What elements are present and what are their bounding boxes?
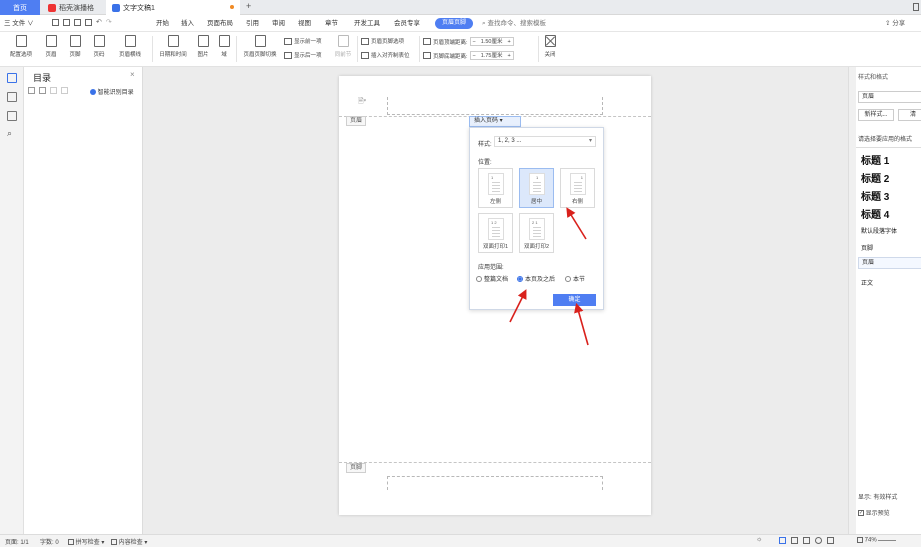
- styles-pane-title: 样式和格式: [858, 75, 889, 81]
- new-style-button[interactable]: 新样式...: [858, 109, 894, 121]
- zoom-slider[interactable]: [878, 539, 897, 541]
- show-value[interactable]: 有效样式: [873, 495, 897, 501]
- checkbox-checked-icon: ✓: [858, 510, 864, 517]
- style-body[interactable]: 正文: [861, 278, 873, 287]
- scrollbar[interactable]: [848, 67, 856, 534]
- style-heading-3[interactable]: 标题 3: [861, 188, 889, 203]
- zoom-control[interactable]: 74%: [857, 537, 897, 544]
- style-heading-1[interactable]: 标题 1: [861, 152, 889, 167]
- status-bar: 页面: 1/1 字数: 0 拼写检查 ▾ 内容检查 ▾ ☼ 74%: [0, 534, 921, 547]
- page-view-icon[interactable]: [779, 537, 786, 544]
- content-check-label: 内容检查 ▾: [118, 540, 148, 546]
- show-filter: 显示: 有效样式: [858, 492, 897, 501]
- style-header-selected[interactable]: 页眉: [858, 257, 921, 269]
- style-footer[interactable]: 页脚: [861, 243, 873, 252]
- web-view-icon[interactable]: [815, 537, 822, 544]
- arrow-to-ok: [574, 302, 589, 346]
- current-style-field[interactable]: 页眉: [858, 91, 921, 103]
- content-check-icon: [111, 539, 117, 546]
- spell-check-icon: [68, 539, 74, 546]
- spell-check-button[interactable]: 拼写检查 ▾: [68, 537, 104, 546]
- show-preview-checkbox[interactable]: ✓ 显示预览: [858, 508, 890, 517]
- arrow-to-center: [566, 207, 587, 240]
- style-heading-4[interactable]: 标题 4: [861, 206, 889, 221]
- zoom-value: 74%: [864, 537, 877, 544]
- outline-view-icon[interactable]: [791, 537, 798, 544]
- spell-check-label: 拼写检查 ▾: [75, 540, 105, 546]
- styles-pane: 样式和格式 页眉 新样式... 清 请选择要应用的格式 标题 1 标题 2 标题…: [856, 67, 921, 534]
- content-check-button[interactable]: 内容检查 ▾: [111, 537, 147, 546]
- arrow-to-scope: [509, 289, 527, 323]
- eye-protection-icon[interactable]: ☼: [756, 536, 762, 543]
- style-list: 标题 1 标题 2 标题 3 标题 4 默认段落字体 页脚 页眉 正文: [856, 147, 921, 287]
- style-heading-2[interactable]: 标题 2: [861, 170, 889, 185]
- show-preview-label: 显示预览: [865, 511, 890, 517]
- show-label: 显示:: [858, 495, 872, 501]
- clear-format-button[interactable]: 清: [898, 109, 921, 121]
- view-modes: [779, 537, 834, 544]
- style-default-font[interactable]: 默认段落字体: [861, 226, 897, 235]
- page-indicator: 页面: 1/1: [5, 540, 29, 546]
- word-count[interactable]: 字数: 0: [40, 537, 59, 546]
- reading-view-icon[interactable]: [803, 537, 810, 544]
- apply-format-hint: 请选择要应用的格式: [858, 137, 913, 143]
- fit-icon: [857, 537, 863, 543]
- pen-icon[interactable]: [827, 537, 834, 544]
- annotation-arrows: [509, 207, 589, 346]
